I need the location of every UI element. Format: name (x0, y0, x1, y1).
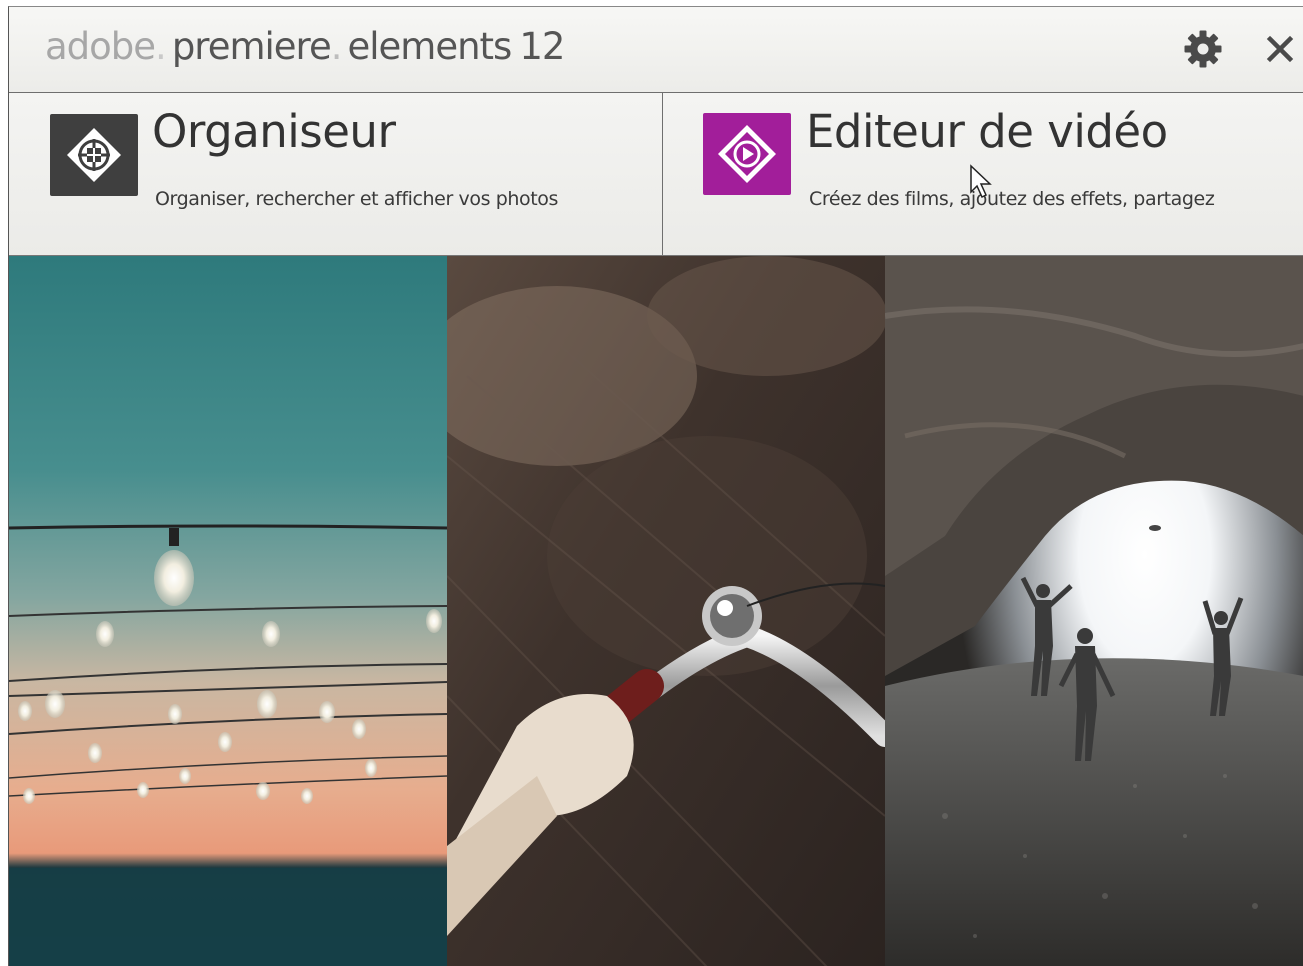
video-editor-icon (703, 113, 791, 195)
title-bar: adobe. premiere. elements 12 (9, 7, 1303, 93)
photo-bike-handlebar (447, 256, 885, 966)
video-editor-title: Editeur de vidéo (806, 105, 1168, 158)
organizer-subtitle: Organiser, rechercher et afficher vos ph… (155, 188, 559, 210)
brand-dot: . (330, 25, 343, 68)
brand-dot: . (155, 25, 167, 68)
close-button[interactable] (1258, 27, 1302, 71)
gear-icon (1184, 30, 1222, 68)
settings-button[interactable] (1181, 27, 1225, 71)
module-launcher: Organiseur Organiser, rechercher et affi… (9, 93, 1303, 256)
app-version: 12 (519, 25, 565, 68)
photo-string-lights (9, 256, 447, 966)
brand-elements: elements (347, 25, 512, 68)
app-title: adobe. premiere. elements 12 (45, 25, 565, 68)
brand-premiere: premiere (171, 25, 332, 68)
brand-adobe: adobe (45, 25, 156, 68)
photo-sea-cave (885, 256, 1303, 966)
organizer-module-button[interactable]: Organiseur Organiser, rechercher et affi… (9, 93, 663, 255)
close-icon (1266, 35, 1294, 63)
organizer-icon (50, 114, 138, 196)
organizer-title: Organiseur (152, 105, 396, 158)
welcome-screen-window: adobe. premiere. elements 12 Organiseur … (8, 6, 1303, 966)
video-editor-subtitle: Créez des films, ajoutez des effets, par… (809, 188, 1215, 210)
mouse-cursor-icon (970, 164, 992, 199)
